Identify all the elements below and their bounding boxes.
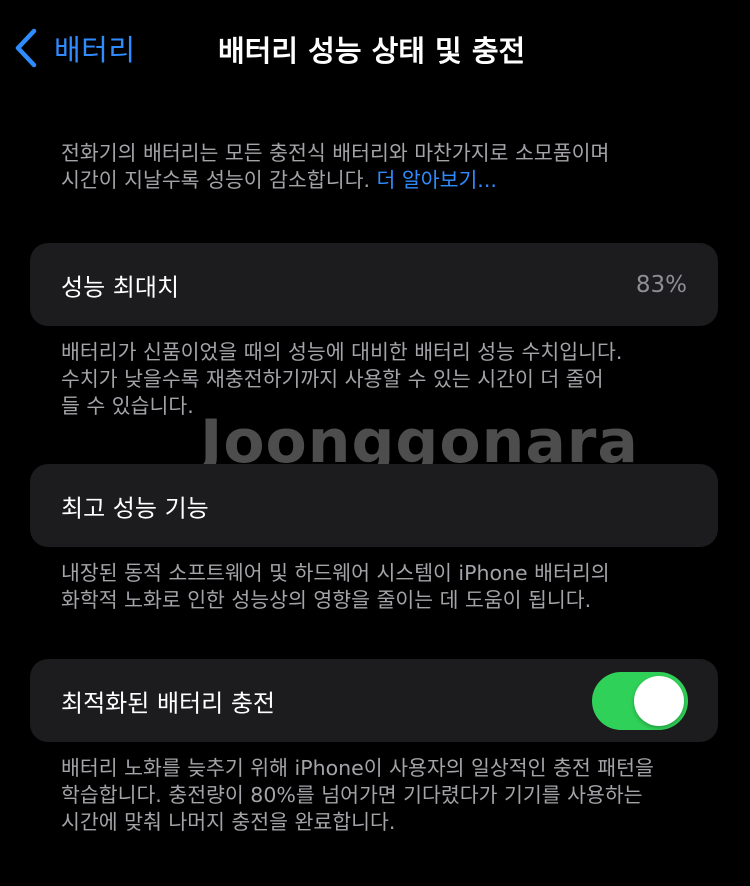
footnote-line: 배터리 노화를 늦추기 위해 iPhone이 사용자의 일상적인 충전 패턴을 — [61, 756, 654, 780]
peak-performance-footnote: 내장된 동적 소프트웨어 및 하드웨어 시스템이 iPhone 배터리의 화학적… — [61, 560, 701, 614]
footnote-line: 화학적 노화로 인한 성능상의 영향을 줄이는 데 도움이 됩니다. — [61, 588, 592, 612]
page-title: 배터리 성능 상태 및 충전 — [218, 34, 526, 68]
max-capacity-row: 성능 최대치 83% — [30, 243, 718, 326]
footnote-line: 학습합니다. 충전량이 80%를 넘어가면 기다렸다가 기기를 사용하는 — [61, 783, 643, 807]
learn-more-link[interactable]: 더 알아보기... — [376, 168, 496, 192]
peak-performance-row: 최고 성능 기능 — [30, 464, 718, 547]
back-label: 배터리 — [54, 33, 136, 67]
intro-line-1: 전화기의 배터리는 모든 충전식 배터리와 마찬가지로 소모품이며 — [61, 141, 610, 165]
intro-line-2: 시간이 지날수록 성능이 감소합니다. 더 알아보기... — [61, 167, 701, 194]
chevron-left-icon — [15, 28, 37, 68]
max-capacity-footnote: 배터리가 신품이었을 때의 성능에 대비한 배터리 성능 수치입니다. 수치가 … — [61, 339, 701, 420]
footnote-line: 들 수 있습니다. — [61, 394, 194, 418]
intro-line-2-text: 시간이 지날수록 성능이 감소합니다. — [61, 168, 377, 192]
footnote-line: 수치가 낮을수록 재충전하기까지 사용할 수 있는 시간이 더 줄어 — [61, 367, 604, 391]
footnote-line: 배터리가 신품이었을 때의 성능에 대비한 배터리 성능 수치입니다. — [61, 340, 623, 364]
footnote-line: 시간에 맞춰 나머지 충전을 완료합니다. — [61, 810, 396, 834]
optimized-charging-toggle[interactable] — [592, 671, 688, 730]
max-capacity-label: 성능 최대치 — [61, 273, 180, 301]
optimized-charging-footnote: 배터리 노화를 늦추기 위해 iPhone이 사용자의 일상적인 충전 패턴을 … — [61, 755, 701, 836]
back-button[interactable]: 배터리 — [14, 26, 136, 70]
max-capacity-value: 83% — [635, 271, 687, 298]
peak-performance-label: 최고 성능 기능 — [61, 494, 209, 522]
optimized-charging-row: 최적화된 배터리 충전 — [30, 659, 718, 742]
toggle-knob — [634, 675, 684, 726]
footnote-line: 내장된 동적 소프트웨어 및 하드웨어 시스템이 iPhone 배터리의 — [61, 561, 610, 585]
intro-description: 전화기의 배터리는 모든 충전식 배터리와 마찬가지로 소모품이며 시간이 지날… — [61, 140, 701, 194]
optimized-charging-label: 최적화된 배터리 충전 — [61, 689, 275, 717]
navigation-bar: 배터리 배터리 성능 상태 및 충전 — [0, 0, 750, 96]
